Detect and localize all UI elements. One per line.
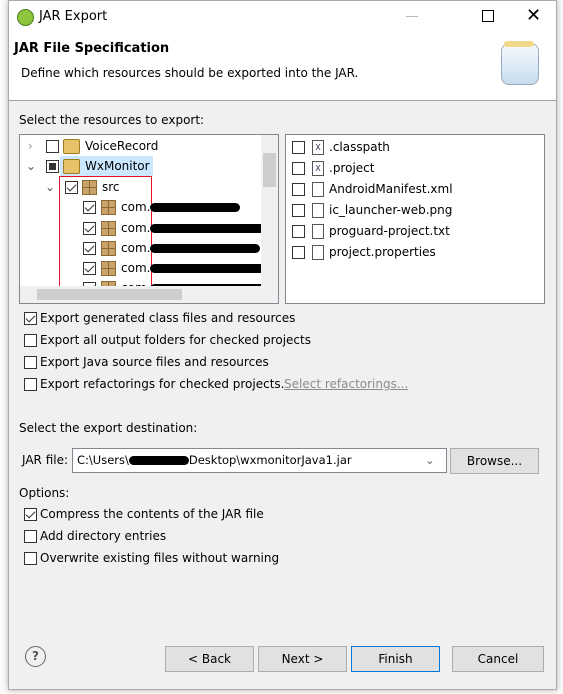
file-label: proguard-project.txt — [329, 224, 450, 238]
window-title: JAR Export — [39, 9, 108, 24]
package-icon — [101, 241, 116, 256]
text-file-icon — [312, 224, 324, 239]
file-icon — [312, 245, 324, 260]
checkbox[interactable] — [24, 378, 37, 391]
export-refactorings-option[interactable]: Export refactorings for checked projects… — [24, 374, 524, 394]
option-label: Export Java source files and resources — [40, 355, 269, 369]
options-label: Options: — [19, 486, 70, 500]
scrollbar-thumb[interactable] — [263, 153, 276, 187]
file-icon — [312, 182, 324, 197]
checkbox[interactable] — [292, 246, 305, 259]
tree-item-label: com. — [121, 261, 151, 275]
checkbox[interactable] — [24, 530, 37, 543]
file-label: .classpath — [329, 140, 390, 154]
tree-item-label: src — [102, 180, 120, 194]
project-icon — [63, 139, 80, 154]
tree-item-label: WxMonitor — [85, 159, 150, 173]
resources-label: Select the resources to export: — [19, 113, 205, 127]
checkbox[interactable] — [83, 242, 96, 255]
checkbox[interactable] — [292, 162, 305, 175]
chevron-down-icon[interactable]: ⌄ — [26, 156, 36, 176]
path-suffix: Desktop\wxmonitorJava1.jar — [188, 453, 352, 467]
package-icon — [101, 221, 116, 236]
checkbox[interactable] — [83, 201, 96, 214]
file-label: AndroidManifest.xml — [329, 182, 453, 196]
option-label: Add directory entries — [40, 529, 167, 543]
destination-label: Select the export destination: — [19, 421, 198, 435]
checkbox[interactable] — [24, 356, 37, 369]
vertical-scrollbar[interactable] — [261, 135, 278, 286]
checkbox[interactable] — [292, 204, 305, 217]
horizontal-scrollbar[interactable] — [20, 286, 278, 303]
checkbox[interactable] — [83, 222, 96, 235]
file-label: ic_launcher-web.png — [329, 203, 453, 217]
maximize-button[interactable] — [482, 10, 494, 22]
back-button[interactable]: < Back — [165, 646, 254, 672]
tree-item-label: com. — [121, 221, 151, 235]
next-button[interactable]: Next > — [258, 646, 347, 672]
redaction — [128, 456, 189, 465]
option-label: Export generated class files and resourc… — [40, 311, 296, 325]
tree-item-label: com. — [121, 241, 151, 255]
checkbox[interactable] — [292, 225, 305, 238]
jar-icon — [501, 43, 539, 85]
checkbox[interactable] — [46, 160, 59, 173]
scrollbar-thumb[interactable] — [37, 289, 182, 300]
wizard-header: JAR File Specification Define which reso… — [9, 33, 556, 101]
page-description: Define which resources should be exporte… — [21, 66, 359, 80]
checkbox[interactable] — [24, 312, 37, 325]
eclipse-icon — [17, 9, 34, 26]
option-label: Export refactorings for checked projects… — [40, 377, 285, 391]
option-label: Compress the contents of the JAR file — [40, 507, 264, 521]
chevron-down-icon[interactable]: ⌄ — [425, 449, 435, 472]
project-icon — [63, 159, 80, 174]
checkbox[interactable] — [46, 140, 59, 153]
file-label: .project — [329, 161, 375, 175]
source-folder-icon — [82, 180, 97, 195]
redaction — [150, 203, 241, 212]
resource-tree[interactable]: › VoiceRecord ⌄ WxMonitor ⌄ src com. com… — [19, 134, 279, 304]
image-file-icon — [312, 203, 324, 218]
jar-file-combo[interactable]: C:\Users\ Desktop\wxmonitorJava1.jar ⌄ — [72, 448, 447, 473]
help-button[interactable]: ? — [25, 646, 46, 667]
checkbox[interactable] — [24, 508, 37, 521]
chevron-right-icon[interactable]: › — [28, 136, 33, 156]
finish-button[interactable]: Finish — [351, 646, 440, 672]
checkbox[interactable] — [24, 552, 37, 565]
file-label: project.properties — [329, 245, 436, 259]
xml-file-icon: X — [312, 140, 324, 155]
jar-export-dialog: JAR Export ✕ JAR File Specification Defi… — [8, 0, 557, 690]
checkbox[interactable] — [83, 262, 96, 275]
xml-file-icon: X — [312, 161, 324, 176]
redaction — [150, 264, 266, 273]
package-icon — [101, 261, 116, 276]
package-icon — [101, 200, 116, 215]
close-button[interactable]: ✕ — [526, 5, 541, 26]
checkbox[interactable] — [292, 183, 305, 196]
title-bar: JAR Export ✕ — [9, 1, 556, 33]
tree-item-wxmonitor[interactable]: ⌄ WxMonitor — [20, 156, 278, 176]
jar-file-label: JAR file: — [22, 453, 69, 467]
jar-lid — [504, 41, 534, 47]
option-label: Export all output folders for checked pr… — [40, 333, 311, 347]
checkbox[interactable] — [65, 181, 78, 194]
tree-item-label: VoiceRecord — [85, 139, 159, 153]
redaction — [150, 244, 261, 253]
file-list[interactable]: X .classpath X .project AndroidManifest.xm… — [285, 134, 545, 304]
checkbox[interactable] — [24, 334, 37, 347]
tree-item-label: com. — [121, 200, 151, 214]
cancel-button[interactable]: Cancel — [452, 646, 544, 672]
chevron-down-icon[interactable]: ⌄ — [45, 177, 55, 197]
browse-button[interactable]: Browse... — [450, 448, 539, 474]
select-refactorings-link[interactable]: Select refactorings... — [284, 374, 408, 394]
redaction — [150, 224, 266, 233]
page-title: JAR File Specification — [14, 41, 170, 56]
checkbox[interactable] — [292, 141, 305, 154]
option-label: Overwrite existing files without warning — [40, 551, 280, 565]
path-prefix: C:\Users\ — [77, 453, 129, 467]
minimize-button[interactable] — [406, 16, 418, 17]
